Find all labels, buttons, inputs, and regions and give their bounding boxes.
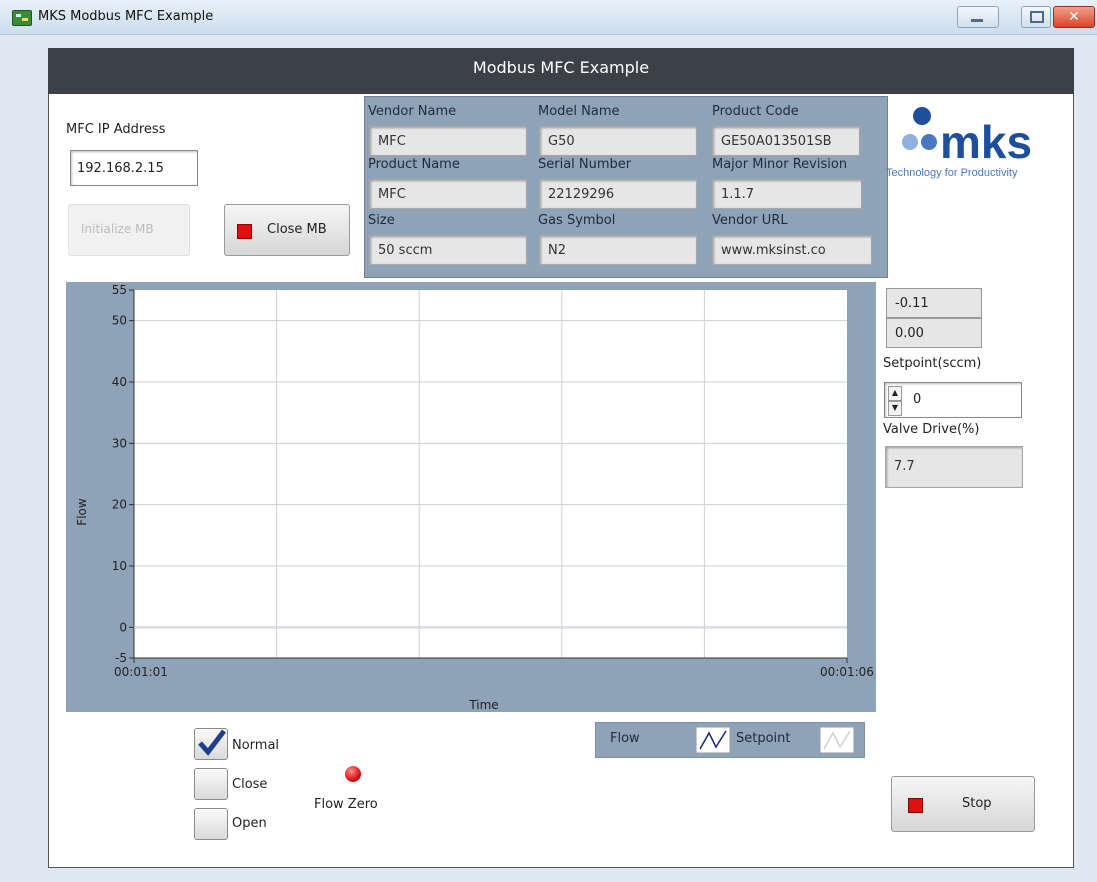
close-label: Close [232,777,268,792]
flow-chart-svg: -5 0 10 20 30 40 50 55 00:01:01 00:01:06 Flow Tim… [75,283,874,712]
vendor-name-value: MFC [369,126,527,156]
y-tick-label: 0 [119,620,127,634]
y-tick-label: 40 [112,375,127,389]
plot-area [134,290,847,658]
size-label: Size [368,213,395,228]
product-name-value: MFC [369,179,527,209]
close-window-button[interactable]: ✕ [1053,6,1095,28]
ip-address-label: MFC IP Address [66,122,166,137]
ip-address-input[interactable]: 192.168.2.15 [70,150,198,186]
minimize-icon [971,19,983,22]
close-checkbox[interactable] [194,768,228,800]
revision-value: 1.1.7 [712,179,862,209]
x-tick-label: 00:01:06 [820,665,874,679]
model-name-value: G50 [539,126,697,156]
valve-drive-label: Valve Drive(%) [883,422,980,437]
mks-logo-graphic: mks Technology for Productivity [886,107,1032,179]
y-tick-label: 10 [112,559,127,573]
legend-flow-icon[interactable] [696,727,730,753]
gas-symbol-value: N2 [539,235,697,265]
setpoint-input[interactable]: 0 [884,382,1022,418]
product-code-value: GE50A013501SB [712,126,860,156]
stop-button[interactable]: Stop [891,776,1035,832]
normal-label: Normal [232,738,280,753]
size-value: 50 sccm [369,235,527,265]
serial-number-label: Serial Number [538,157,632,172]
chart-legend: Flow Setpoint [595,722,865,758]
y-tick-label: -5 [115,651,127,665]
setpoint-label: Setpoint(sccm) [883,356,982,371]
close-mb-button[interactable]: Close MB [224,204,350,256]
revision-label: Major Minor Revision [712,157,848,172]
window-title-bar: MKS Modbus MFC Example ✕ [0,0,1097,35]
valve-drive-value: 7.7 [885,446,1023,488]
setpoint-stepper[interactable]: ▲ ▼ [888,386,902,416]
close-icon: ✕ [1068,9,1080,25]
mks-logo: mks Technology for Productivity [882,98,1072,188]
vendor-name-label: Vendor Name [368,104,457,119]
stop-square-icon [237,224,252,239]
y-axis-label: Flow [75,498,89,526]
product-code-label: Product Code [712,104,799,119]
model-name-label: Model Name [538,104,620,119]
stop-square-icon [908,798,923,813]
app-icon [12,10,32,26]
y-tick-label: 50 [112,314,127,328]
gas-symbol-label: Gas Symbol [538,213,616,228]
mks-tagline: Technology for Productivity [886,167,1018,179]
flow-chart: -5 0 10 20 30 40 50 55 00:01:01 00:01:06 Flow Tim… [66,282,876,712]
page-title: Modbus MFC Example [48,48,1074,94]
open-checkbox[interactable] [194,808,228,840]
maximize-icon [1030,11,1044,23]
mks-brand-text: mks [940,116,1032,168]
initialize-mb-label: Initialize MB [81,222,154,236]
increment-icon[interactable]: ▲ [888,386,902,401]
legend-setpoint-icon[interactable] [820,727,854,753]
vendor-url-label: Vendor URL [712,213,788,228]
y-tick-label: 20 [112,498,127,512]
y-tick-label: 55 [112,283,127,297]
y-tick-label: 30 [112,436,127,450]
maximize-button[interactable] [1021,6,1051,28]
x-tick-label: 00:01:01 [114,665,168,679]
vendor-url-value: www.mksinst.co [712,235,872,265]
legend-flow-label: Flow [610,731,640,746]
serial-number-value: 22129296 [539,179,697,209]
flow-readout: -0.11 [886,288,982,318]
product-name-label: Product Name [368,157,460,172]
open-label: Open [232,816,267,831]
normal-checkbox[interactable] [194,728,228,760]
decrement-icon[interactable]: ▼ [888,401,902,416]
stop-label: Stop [962,796,992,811]
minimize-button[interactable] [957,6,999,28]
setpoint-readback: 0.00 [886,318,982,348]
legend-setpoint-label: Setpoint [736,731,791,746]
checkmark-icon [198,729,226,756]
window-title: MKS Modbus MFC Example [38,9,214,24]
close-mb-label: Close MB [267,222,327,237]
initialize-mb-button[interactable]: Initialize MB [68,204,190,256]
flow-zero-label: Flow Zero [314,797,378,812]
flow-zero-indicator[interactable] [345,766,361,782]
x-axis-label: Time [468,698,498,712]
